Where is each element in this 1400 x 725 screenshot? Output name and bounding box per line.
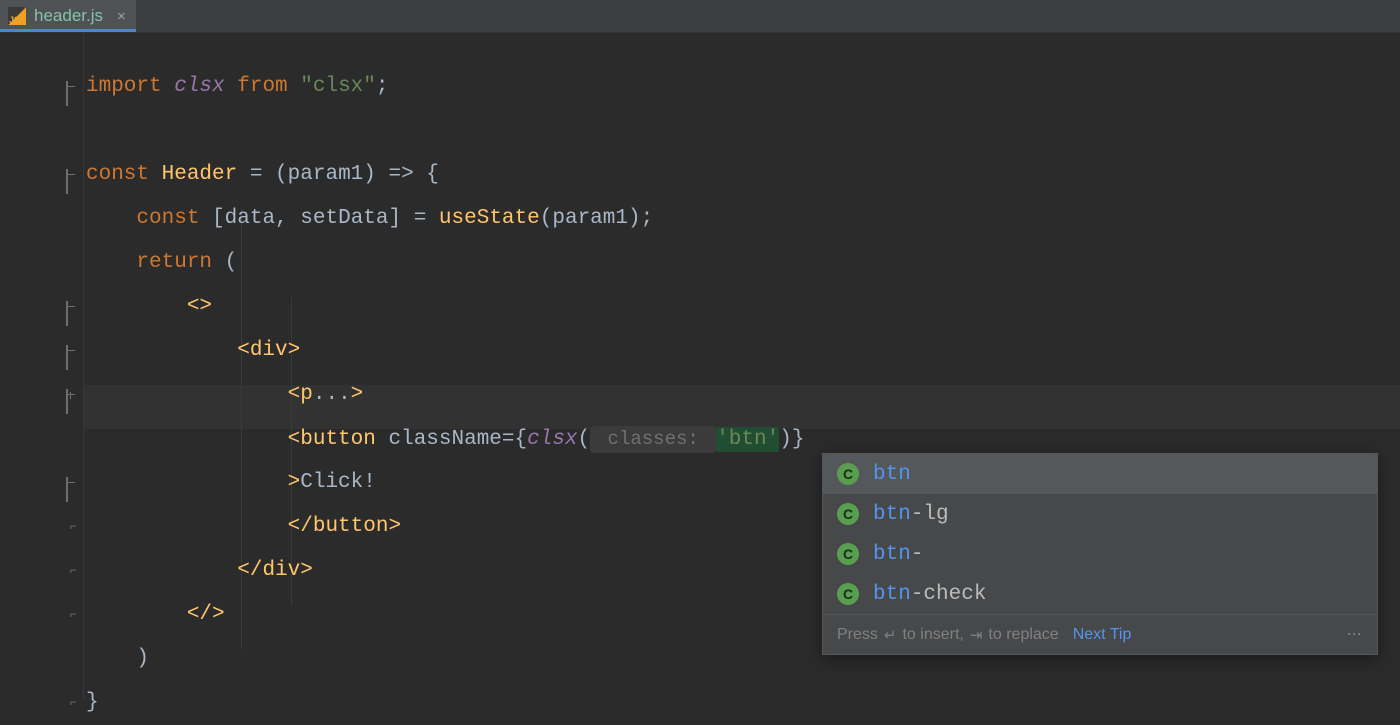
code-line[interactable]: } — [84, 681, 1400, 725]
code-line[interactable]: return ( — [84, 241, 1400, 285]
fold-end-icon: ⌐ — [70, 521, 77, 533]
fold-end-icon: ⌐ — [70, 565, 77, 577]
class-badge-icon: C — [837, 543, 859, 565]
fold-end-icon: ⌐ — [70, 697, 77, 709]
code-line[interactable]: <div> — [84, 329, 1400, 373]
enter-key-icon: ↵ — [884, 626, 897, 644]
fold-end-icon: ⌐ — [70, 609, 77, 621]
parameter-hint: classes: — [590, 426, 716, 453]
code-line[interactable]: import clsx from "clsx"; — [84, 65, 1400, 109]
next-tip-link[interactable]: Next Tip — [1073, 626, 1132, 644]
gutter: ⌐ ⌐ ⌐ ⌐ — [0, 33, 84, 700]
code-line[interactable]: const [data, setData] = useState(param1)… — [84, 197, 1400, 241]
fold-icon[interactable] — [66, 302, 77, 313]
fold-icon[interactable] — [66, 478, 77, 489]
completion-item[interactable]: C btn-lg — [823, 494, 1377, 534]
code-line[interactable]: const Header = (param1) => { — [84, 153, 1400, 197]
tab-bar: JS header.js × — [0, 0, 1400, 33]
class-badge-icon: C — [837, 463, 859, 485]
completion-item[interactable]: C btn- — [823, 534, 1377, 574]
file-tab-header-js[interactable]: JS header.js × — [0, 0, 136, 32]
code-line[interactable]: <> — [84, 285, 1400, 329]
class-badge-icon: C — [837, 503, 859, 525]
fold-icon[interactable] — [66, 82, 77, 93]
completion-item[interactable]: C btn — [823, 454, 1377, 494]
tab-filename: header.js — [34, 6, 103, 26]
fold-icon[interactable] — [66, 346, 77, 357]
fold-expand-icon[interactable] — [66, 390, 77, 401]
tab-close-icon[interactable]: × — [117, 8, 126, 25]
completion-footer: Press ↵ to insert, ⇥ to replace Next Tip… — [823, 614, 1377, 654]
js-file-icon: JS — [8, 7, 26, 25]
completion-item[interactable]: C btn-check — [823, 574, 1377, 614]
code-line[interactable] — [84, 109, 1400, 153]
completion-popup: C btn C btn-lg C btn- C btn-check Press … — [822, 453, 1378, 655]
tab-key-icon: ⇥ — [970, 626, 983, 644]
more-options-icon[interactable]: ⋮ — [1347, 627, 1363, 643]
class-badge-icon: C — [837, 583, 859, 605]
fold-icon[interactable] — [66, 170, 77, 181]
